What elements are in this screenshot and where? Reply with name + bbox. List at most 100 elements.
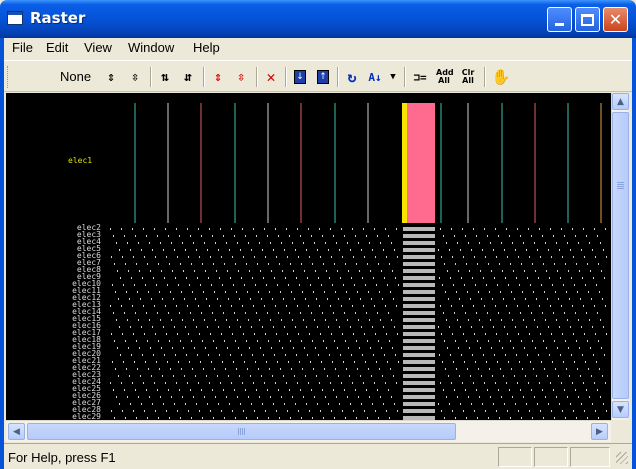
spike-dot [385, 382, 386, 384]
scroll-left-button[interactable]: ◀ [8, 423, 25, 440]
spike-dot [510, 340, 511, 342]
spike-dot [257, 417, 258, 419]
spike-dot [606, 410, 607, 412]
spike-dot [486, 284, 487, 286]
spike-dot [517, 228, 518, 230]
spike-dot [378, 263, 379, 265]
spike-dot [166, 410, 167, 412]
app-icon[interactable] [7, 11, 23, 25]
insert-row-button[interactable]: ⇅ [154, 66, 176, 88]
resize-grip-icon[interactable] [616, 452, 628, 464]
spike-dot [229, 249, 230, 251]
move-up-icon: ↑ [317, 70, 329, 84]
minimize-button[interactable] [547, 7, 572, 32]
expand-all-button[interactable]: ⇕ [100, 66, 122, 88]
raster-view[interactable]: elec1 elec2 elec3 elec4 elec5 elec6 elec7 elec… [6, 93, 611, 420]
horizontal-scroll-thumb[interactable] [27, 423, 456, 440]
menu-file[interactable]: File [12, 40, 33, 55]
menu-help[interactable]: Help [193, 40, 220, 55]
refresh-button[interactable]: ↻ [341, 66, 363, 88]
selection-label[interactable]: None [60, 69, 91, 84]
move-up-button[interactable]: ↑ [312, 66, 334, 88]
horizontal-scrollbar[interactable]: ◀ ▶ [6, 420, 611, 442]
spike-dot [339, 249, 340, 251]
title-bar[interactable]: Raster ✕ [0, 0, 636, 38]
spike-dot [536, 298, 537, 300]
collapse-all-button[interactable]: ⇳ [124, 66, 146, 88]
menu-view[interactable]: View [84, 40, 112, 55]
spike-dot [365, 284, 366, 286]
spike-dot [352, 305, 353, 307]
scroll-up-button[interactable]: ▲ [612, 93, 629, 110]
spike-dot [224, 263, 225, 265]
spike-dot [506, 228, 507, 230]
close-button[interactable]: ✕ [603, 7, 628, 32]
spike-dot [584, 410, 585, 412]
add-all-button[interactable]: Add All [433, 66, 455, 88]
spike-dot [184, 298, 185, 300]
spike-dot [357, 368, 358, 370]
scroll-down-button[interactable]: ▼ [612, 401, 629, 418]
clr-all-button[interactable]: Clr All [457, 66, 479, 88]
spike-dot [246, 263, 247, 265]
spike-dot [488, 263, 489, 265]
spike-dot [340, 354, 341, 356]
menu-window[interactable]: Window [128, 40, 174, 55]
move-down-button[interactable]: ↓ [289, 66, 311, 88]
spike-dot [579, 347, 580, 349]
spike-dot [316, 298, 317, 300]
spike-dot [199, 333, 200, 335]
spike-dot [350, 326, 351, 328]
sort-button[interactable]: A↓ [364, 66, 386, 88]
spike-dot [165, 382, 166, 384]
spike-dot [180, 417, 181, 419]
menu-edit[interactable]: Edit [46, 40, 68, 55]
move-red-up-button[interactable]: ⇕ [207, 66, 229, 88]
delete-button[interactable]: ✕ [260, 66, 282, 88]
spike-dot [144, 256, 145, 258]
spike-dot [243, 256, 244, 258]
spike-dot [561, 228, 562, 230]
spike-dot [484, 305, 485, 307]
vertical-scroll-thumb[interactable] [612, 112, 629, 399]
scroll-right-button[interactable]: ▶ [591, 423, 608, 440]
spike-dot [478, 291, 479, 293]
spike-dot [312, 340, 313, 342]
spike-dot [461, 277, 462, 279]
spike-dot [154, 228, 155, 230]
spike-dot [507, 410, 508, 412]
spike-dot [185, 249, 186, 251]
spike-dot [311, 235, 312, 237]
spike-dot [136, 417, 137, 419]
toolbar-grip[interactable] [7, 66, 10, 88]
maximize-button[interactable] [575, 7, 600, 32]
spike-dot [572, 305, 573, 307]
spike-dot [128, 270, 129, 272]
link-button[interactable]: ⊐= [409, 66, 431, 88]
spike-dot [339, 403, 340, 405]
spike-dot [238, 270, 239, 272]
spike-dot [586, 235, 587, 237]
spike-dot [470, 375, 471, 377]
spike-dot [372, 326, 373, 328]
sort-dropdown-button[interactable]: ▼ [386, 66, 400, 88]
remove-row-button[interactable]: ⇵ [177, 66, 199, 88]
hand-tool-button[interactable]: ✋ [490, 66, 512, 88]
spike-dot [551, 256, 552, 258]
spike-dot [476, 389, 477, 391]
spike-dot [598, 263, 599, 265]
spike-dot [378, 417, 379, 419]
spike-dot [487, 235, 488, 237]
spike-dot [514, 375, 515, 377]
spike-dot [390, 368, 391, 370]
spike-dot [499, 340, 500, 342]
spike-dot [233, 284, 234, 286]
spike-dot [130, 403, 131, 405]
spike-dot [297, 305, 298, 307]
move-red-down-button[interactable]: ⇳ [230, 66, 252, 88]
thumb-grip-icon [238, 428, 239, 435]
spike-dot [256, 389, 257, 391]
spike-dot [508, 284, 509, 286]
spike-dot [239, 375, 240, 377]
vertical-scrollbar[interactable]: ▲ ▼ [611, 93, 629, 420]
